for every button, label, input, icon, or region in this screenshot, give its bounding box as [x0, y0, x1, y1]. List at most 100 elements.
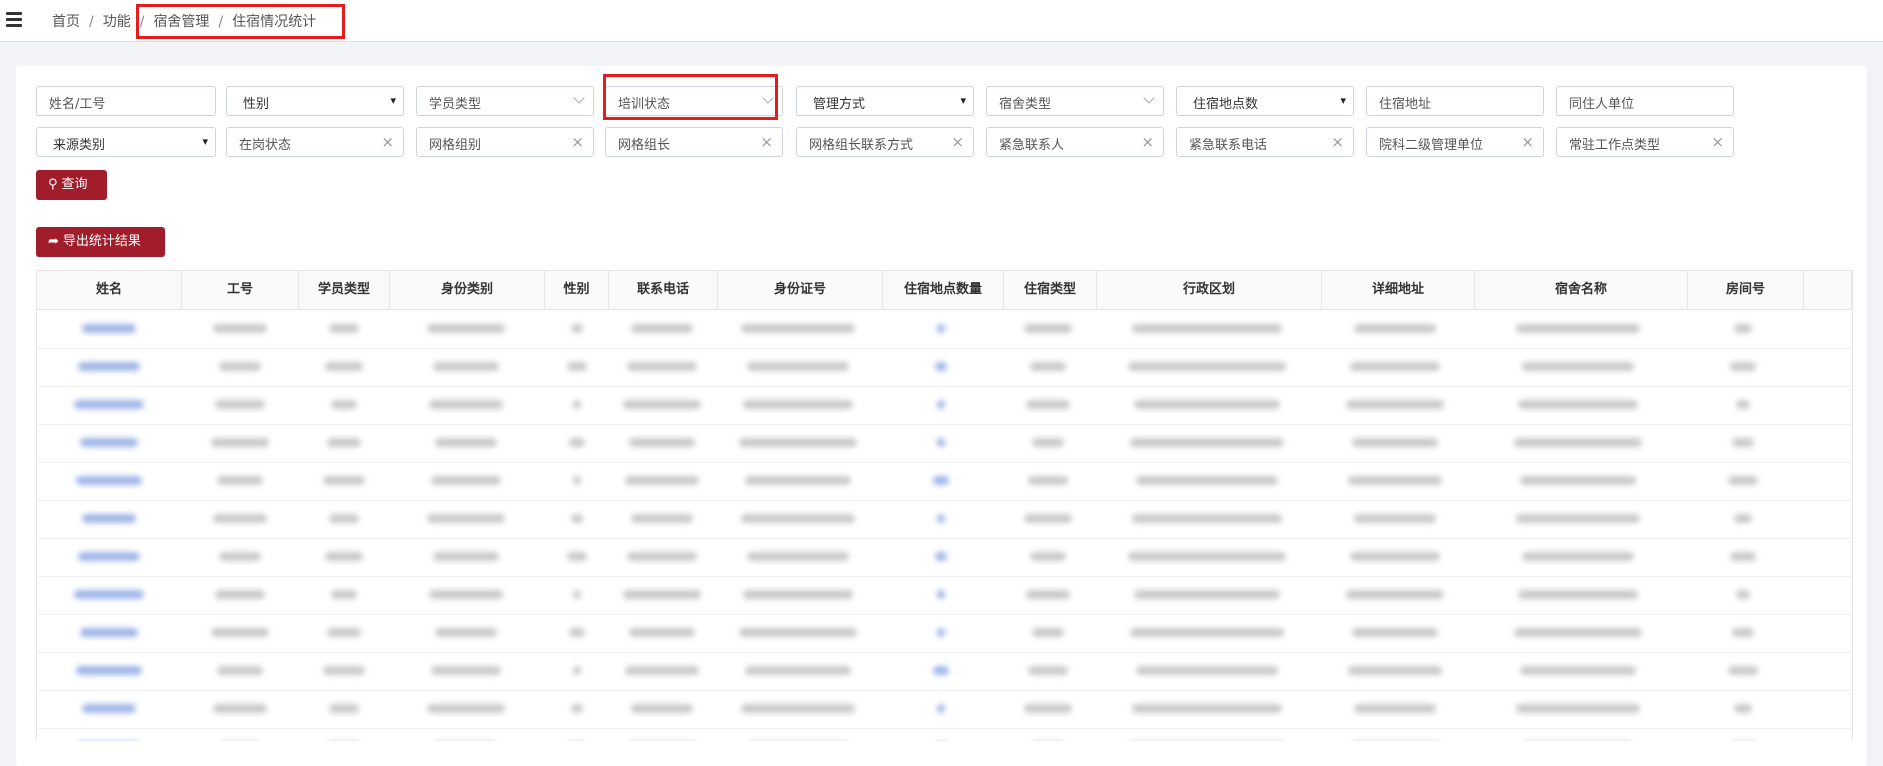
table-cell [1518, 400, 1638, 409]
column-header[interactable] [1804, 271, 1852, 309]
filter-select-row2-8[interactable]: 院科二级管理单位 × [1366, 127, 1544, 157]
column-header[interactable]: 身份证号 [718, 271, 883, 309]
table-cell [1132, 704, 1282, 713]
main-panel: 姓名/工号 性别 ▾ 学员类型 培训状态 管理方式 ▾ 宿舍类型 住宿地点数 ▾ 住宿地址 同住人单位… [16, 66, 1867, 766]
filter-select-row2-5[interactable]: 网格组长联系方式 × [796, 127, 974, 157]
table-cell[interactable] [82, 704, 136, 713]
table-cell [431, 476, 501, 485]
table-cell [1130, 628, 1284, 637]
table-cell[interactable] [80, 628, 138, 637]
column-header[interactable]: 详细地址 [1322, 271, 1475, 309]
column-header[interactable]: 房间号 [1688, 271, 1804, 309]
table-cell[interactable] [76, 666, 142, 675]
table-row[interactable] [37, 500, 1852, 539]
table-cell[interactable] [78, 362, 140, 371]
table-cell[interactable] [74, 400, 144, 409]
table-cell [329, 514, 359, 523]
filter-label: 宿舍类型 [999, 97, 1052, 112]
column-header[interactable]: 学员类型 [299, 271, 390, 309]
filter-label: 同住人单位 [1569, 97, 1635, 112]
column-header[interactable]: 姓名 [37, 271, 182, 309]
filter-label: 管理方式 [813, 97, 866, 112]
chevron-down-icon [573, 92, 585, 104]
breadcrumb-home[interactable]: 首页 [52, 14, 80, 30]
query-button[interactable]: ⚲ 查询 [36, 170, 107, 200]
filter-label: 住宿地址 [1379, 97, 1432, 112]
filter-select-row2-1[interactable]: 来源类别 ▾ [36, 127, 216, 157]
clear-icon[interactable]: × [381, 133, 394, 151]
table-cell[interactable] [74, 590, 144, 599]
filter-select-row1-6[interactable]: 宿舍类型 [986, 86, 1164, 116]
filter-input-row1-8[interactable]: 住宿地址 [1366, 86, 1544, 116]
chevron-down-icon: ▾ [202, 135, 208, 148]
table-cell [1514, 628, 1642, 637]
table-cell [937, 590, 945, 599]
table-cell [571, 324, 583, 333]
table-cell [1030, 362, 1066, 371]
column-header[interactable]: 住宿类型 [1004, 271, 1097, 309]
filter-select-row1-3[interactable]: 学员类型 [416, 86, 594, 116]
filter-select-row1-7[interactable]: 住宿地点数 ▾ [1176, 86, 1354, 116]
menu-icon[interactable] [4, 9, 26, 31]
filter-label: 紧急联系人 [999, 138, 1065, 153]
clear-icon[interactable]: × [951, 133, 964, 151]
column-header[interactable]: 住宿地点数量 [883, 271, 1004, 309]
filter-select-row2-4[interactable]: 网格组长 × [605, 127, 783, 157]
table-row[interactable] [37, 652, 1852, 691]
table-cell [1732, 628, 1754, 637]
table-row[interactable] [37, 424, 1852, 463]
filter-select-row2-6[interactable]: 紧急联系人 × [986, 127, 1164, 157]
table-row[interactable] [37, 310, 1852, 349]
column-header[interactable]: 性别 [545, 271, 609, 309]
table-cell [625, 476, 699, 485]
filter-select-row1-4[interactable]: 培训状态 [605, 86, 783, 116]
filter-select-row2-7[interactable]: 紧急联系电话 × [1176, 127, 1354, 157]
clear-icon[interactable]: × [571, 133, 584, 151]
column-header[interactable]: 身份类别 [390, 271, 545, 309]
column-header[interactable]: 宿舍名称 [1475, 271, 1688, 309]
export-button[interactable]: ➦ 导出统计结果 [36, 227, 165, 257]
table-row[interactable] [37, 538, 1852, 577]
query-button-label: 查询 [61, 177, 88, 192]
table-row[interactable] [37, 348, 1852, 387]
breadcrumb-stay-statistics[interactable]: 住宿情况统计 [232, 14, 316, 30]
table-cell[interactable] [76, 476, 142, 485]
table-cell [1132, 514, 1282, 523]
filter-select-row2-2[interactable]: 在岗状态 × [226, 127, 404, 157]
table-cell[interactable] [78, 552, 140, 561]
filter-label: 紧急联系电话 [1189, 138, 1268, 153]
filter-input-row1-9[interactable]: 同住人单位 [1556, 86, 1734, 116]
column-header[interactable]: 行政区划 [1097, 271, 1322, 309]
clear-icon[interactable]: × [1711, 133, 1724, 151]
breadcrumb-separator: / [139, 14, 145, 30]
breadcrumb-function[interactable]: 功能 [103, 14, 131, 30]
clear-icon[interactable]: × [1331, 133, 1344, 151]
table-cell [1730, 552, 1756, 561]
column-header[interactable]: 工号 [182, 271, 299, 309]
clear-icon[interactable]: × [1141, 133, 1154, 151]
filter-select-row1-2[interactable]: 性别 ▾ [226, 86, 404, 116]
breadcrumb-dorm-management[interactable]: 宿舍管理 [153, 14, 209, 30]
table-row[interactable] [37, 728, 1852, 741]
table-cell [1728, 476, 1758, 485]
table-cell [1520, 476, 1636, 485]
table-cell[interactable] [82, 514, 136, 523]
filter-select-row2-9[interactable]: 常驻工作点类型 × [1556, 127, 1734, 157]
clear-icon[interactable]: × [760, 133, 773, 151]
table-row[interactable] [37, 462, 1852, 501]
table-cell[interactable] [82, 324, 136, 333]
column-header[interactable]: 联系电话 [609, 271, 718, 309]
table-row[interactable] [37, 690, 1852, 729]
table-cell [937, 628, 945, 637]
table-row[interactable] [37, 614, 1852, 653]
table-row[interactable] [37, 386, 1852, 425]
clear-icon[interactable]: × [1521, 133, 1534, 151]
filter-select-row2-3[interactable]: 网格组别 × [416, 127, 594, 157]
table-cell[interactable] [80, 438, 138, 447]
table-cell [1728, 666, 1758, 675]
table-cell [571, 704, 583, 713]
filter-select-row1-5[interactable]: 管理方式 ▾ [796, 86, 974, 116]
table-row[interactable] [37, 576, 1852, 615]
filter-label: 网格组长 [618, 138, 671, 153]
filter-input-row1-1[interactable]: 姓名/工号 [36, 86, 216, 116]
